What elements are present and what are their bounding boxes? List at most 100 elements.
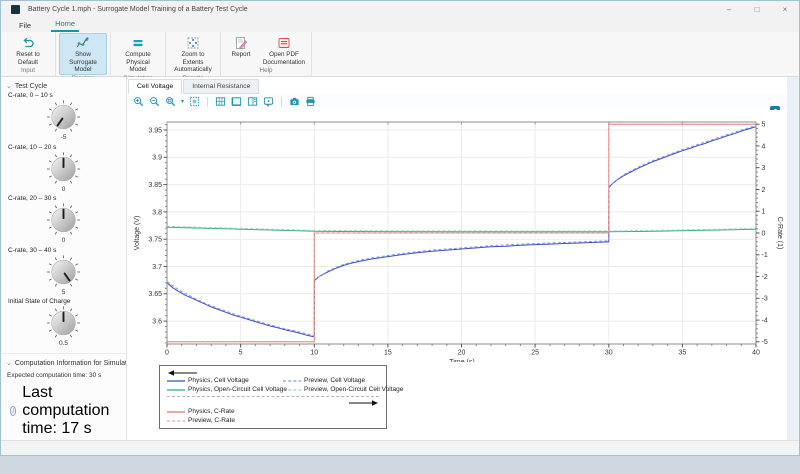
svg-text:0: 0 <box>165 350 169 357</box>
report-icon <box>234 36 248 50</box>
tab-cell-voltage[interactable]: Cell Voltage <box>128 79 183 94</box>
legend-toggle-icon[interactable] <box>247 96 258 107</box>
toolbar-separator <box>281 96 283 107</box>
camera-icon[interactable] <box>289 96 300 107</box>
chart-svg[interactable]: 0 5 10 15 20 25 30 35 403.63.653.73.753.83.853.9… <box>128 110 789 362</box>
knob-list: C-rate, 0 – 10 s -5 C-rate, 10 – 20 s 0 C-ra… <box>1 92 126 348</box>
window-controls: – □ × <box>715 1 799 18</box>
knob-dial[interactable] <box>1 254 126 290</box>
minimize-button[interactable]: – <box>715 1 743 18</box>
grid-icon[interactable] <box>215 96 226 107</box>
knob-label: C-rate, 0 – 10 s <box>8 92 53 99</box>
knob-block: C-rate, 0 – 10 s -5 <box>1 92 126 142</box>
ribbon-group-buttons: Zoom to Extents Automatically <box>169 33 217 75</box>
svg-text:4: 4 <box>762 143 766 150</box>
last-computation-time: Last computation time: 17 s <box>22 383 110 437</box>
status-bar <box>1 440 799 455</box>
svg-text:-5: -5 <box>762 339 768 346</box>
ribbon-button-label: Show Surrogate Model <box>69 51 97 74</box>
ribbon-button-label: Compute Physical Model <box>125 51 151 74</box>
section-test-cycle-header: ⌄ Test Cycle <box>6 83 48 90</box>
tooltip-icon[interactable] <box>263 96 274 107</box>
plot-canvas[interactable]: 0 5 10 15 20 25 30 35 40 3.6 3.65 3.7 3.75 3.8 3.85 3.9… <box>128 110 787 440</box>
ribbon-button-surrogate[interactable]: Show Surrogate Model <box>59 33 107 75</box>
svg-text:30: 30 <box>605 350 613 357</box>
knob-value: 5 <box>61 288 66 296</box>
svg-text:3.85: 3.85 <box>148 182 162 189</box>
last-computation-row: i Last computation time: 17 s <box>10 384 126 438</box>
ribbon-group-buttons: Show Surrogate Model <box>59 33 107 75</box>
ribbon-button-reset[interactable]: Reset to Default <box>4 33 52 67</box>
ribbon-button-compute[interactable]: Compute Physical Model <box>114 33 162 75</box>
knob-dial[interactable] <box>1 99 126 135</box>
svg-text:3.65: 3.65 <box>148 291 162 298</box>
legend-entry: Physics, Open-Circuit Cell Voltage <box>167 386 287 393</box>
dropdown-caret-icon[interactable]: ▾ <box>181 99 184 105</box>
svg-text:15: 15 <box>384 350 392 357</box>
knob-dial[interactable] <box>1 202 126 238</box>
chart-legend: Physics, Cell Voltage Preview, Cell Volta… <box>159 365 403 429</box>
svg-text:5: 5 <box>239 350 243 357</box>
ribbon: Reset to Default Input Show Surrogate Mode… <box>1 32 799 82</box>
sidebar-form: ⌄ Test Cycle C-rate, 0 – 10 s -5 C-rate, 10… <box>1 77 127 440</box>
ribbon-group-results: Zoom to Extents AutomaticallyResults <box>166 32 221 82</box>
svg-text:35: 35 <box>679 350 687 357</box>
ribbon-button-label: Open PDF Documentation <box>262 51 306 66</box>
left-axis-arrow-icon <box>168 370 197 376</box>
svg-text:3.9: 3.9 <box>152 155 162 162</box>
zoom-extents-icon <box>186 36 200 50</box>
svg-text:3.6: 3.6 <box>152 319 162 326</box>
ribbon-button-report[interactable]: Report <box>224 33 258 67</box>
app-icon <box>11 5 20 14</box>
surrogate-icon <box>76 36 90 50</box>
svg-text:20: 20 <box>458 350 466 357</box>
axis-icon[interactable] <box>231 96 242 107</box>
close-button[interactable]: × <box>771 1 799 18</box>
ribbon-group-label: Input <box>20 67 35 75</box>
svg-text:-1: -1 <box>762 252 768 259</box>
ribbon-group-buttons: Compute Physical Model <box>114 33 162 75</box>
svg-text:25: 25 <box>531 350 539 357</box>
chevron-down-icon: ⌄ <box>6 359 12 367</box>
ribbon-group-simulation: Compute Physical ModelSimulation <box>111 32 166 82</box>
svg-text:0: 0 <box>762 230 766 237</box>
ribbon-group-help: Report Open PDF Documentation Help <box>221 32 312 76</box>
zoom-in-icon[interactable] <box>133 96 144 107</box>
print-icon[interactable] <box>305 96 316 107</box>
ribbon-group-buttons: Reset to Default <box>4 33 52 67</box>
ribbon-button-label: Report <box>231 51 251 58</box>
knob-value: 0.5 <box>58 340 69 347</box>
ribbon-group-label: Help <box>259 67 273 75</box>
svg-text:40: 40 <box>752 350 760 357</box>
zoom-box-icon[interactable] <box>189 96 200 107</box>
graphics-toolbar: ▾ <box>128 94 787 109</box>
svg-text:3: 3 <box>762 165 766 172</box>
tab-internal-resistance[interactable]: Internal Resistance <box>183 79 260 94</box>
legend-entry: Preview, Cell Voltage <box>283 377 366 384</box>
menu-tab-home[interactable]: Home <box>51 18 80 32</box>
left-axis-indicator <box>167 369 379 377</box>
ribbon-button-label: Zoom to Extents Automatically <box>174 51 212 74</box>
legend-entry: Preview, Open-Circuit Cell Voltage <box>283 386 404 393</box>
expected-computation-time: Expected computation time: 30 s <box>7 371 102 379</box>
zoom-extents-icon[interactable] <box>165 96 176 107</box>
zoom-out-icon[interactable] <box>149 96 160 107</box>
svg-text:3.75: 3.75 <box>148 237 162 244</box>
ribbon-button-zoom-extents[interactable]: Zoom to Extents Automatically <box>169 33 217 75</box>
knob-dial[interactable] <box>1 151 126 187</box>
knob-value: -5 <box>60 134 67 141</box>
knob-label: C-rate, 20 – 30 s <box>8 195 57 202</box>
menu-tab-file[interactable]: File <box>15 20 35 32</box>
toolbar-separator <box>207 96 209 107</box>
svg-text:-2: -2 <box>762 274 768 281</box>
legend-entry: Physics, C-Rate <box>167 408 235 415</box>
knob-label: C-rate, 30 – 40 s <box>8 246 57 254</box>
legend-entry: Preview, C-Rate <box>167 417 235 424</box>
maximize-button[interactable]: □ <box>743 1 771 18</box>
svg-text:5: 5 <box>762 122 766 129</box>
knob-block: C-rate, 30 – 40 s 5 <box>1 247 126 297</box>
ribbon-button-pdf[interactable]: Open PDF Documentation <box>260 33 308 67</box>
x-axis-title: Time (s) <box>449 359 474 362</box>
svg-text:-4: -4 <box>762 318 768 325</box>
knob-dial[interactable] <box>1 305 126 341</box>
